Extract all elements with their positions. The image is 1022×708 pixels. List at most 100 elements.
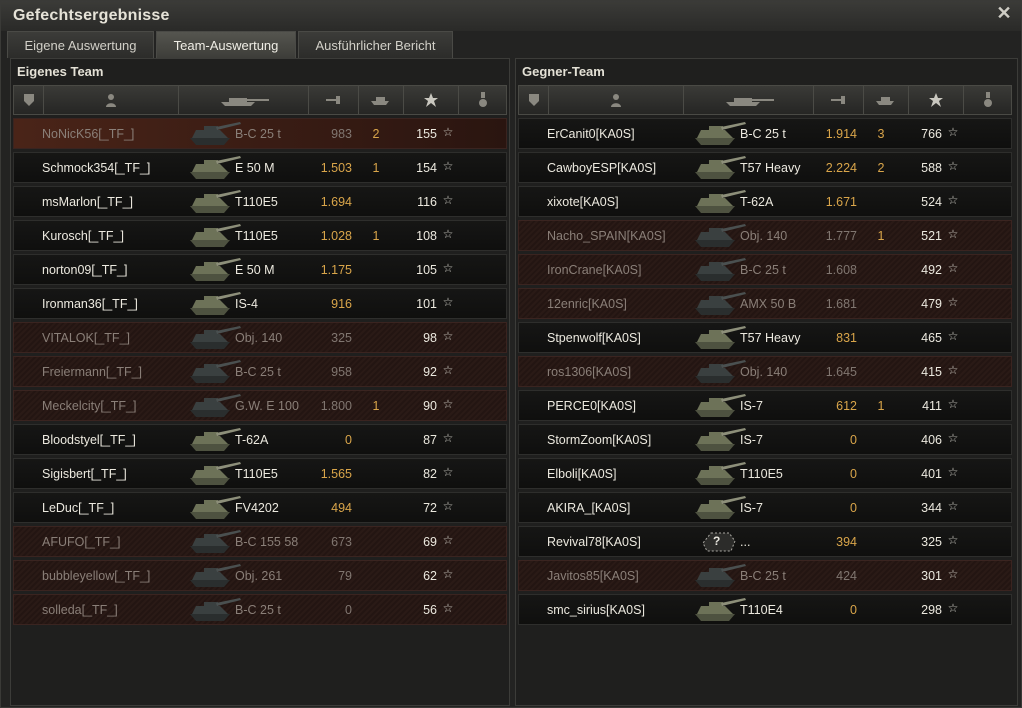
table-row[interactable]: Schmock354[_TF_] E 50 M 1.503 1 154 ☆ — [13, 152, 507, 183]
vehicle-icon[interactable] — [179, 86, 309, 114]
kills-icon[interactable] — [359, 86, 404, 114]
table-row[interactable]: Stpenwolf[KA0S] T57 Heavy 831 465 ☆ — [518, 322, 1012, 353]
table-row[interactable]: VITALOK[_TF_] Obj. 140 325 98 ☆ — [13, 322, 507, 353]
xp-star-icon: ☆ — [442, 159, 454, 173]
close-icon[interactable]: ✕ — [995, 4, 1013, 22]
player-name[interactable]: smc_sirius[KA0S] — [547, 603, 645, 617]
table-row[interactable]: IronCrane[KA0S] B-C 25 t 1.608 492 ☆ — [518, 254, 1012, 285]
player-name[interactable]: Sigisbert[_TF_] — [42, 467, 127, 481]
table-row[interactable]: LeDuc[_TF_] FV4202 494 72 ☆ — [13, 492, 507, 523]
table-row[interactable]: msMarlon[_TF_] T110E5 1.694 116 ☆ — [13, 186, 507, 217]
table-row[interactable]: ros1306[KA0S] Obj. 140 1.645 415 ☆ — [518, 356, 1012, 387]
table-row[interactable]: Freiermann[_TF_] B-C 25 t 958 92 ☆ — [13, 356, 507, 387]
player-name[interactable]: Schmock354[_TF_] — [42, 161, 150, 175]
table-row[interactable]: StormZoom[KA0S] IS-7 0 406 ☆ — [518, 424, 1012, 455]
damage-value: 983 — [331, 127, 352, 141]
xp-star-icon[interactable] — [404, 86, 459, 114]
player-name[interactable]: norton09[_TF_] — [42, 263, 127, 277]
tab-team-auswertung[interactable]: Team-Auswertung — [156, 31, 296, 58]
player-name[interactable]: Nacho_SPAIN[KA0S] — [547, 229, 666, 243]
player-name[interactable]: Bloodstyel[_TF_] — [42, 433, 136, 447]
table-row[interactable]: Meckelcity[_TF_] G.W. E 100 1.800 1 90 ☆ — [13, 390, 507, 421]
xp-star-icon: ☆ — [947, 431, 959, 445]
player-icon[interactable] — [44, 86, 179, 114]
xp-star-icon: ☆ — [947, 363, 959, 377]
xp-value: 415 — [921, 365, 942, 379]
table-row[interactable]: 12enric[KA0S] AMX 50 B 1.681 479 ☆ — [518, 288, 1012, 319]
table-row[interactable]: Elboli[KA0S] T110E5 0 401 ☆ — [518, 458, 1012, 489]
player-name[interactable]: LeDuc[_TF_] — [42, 501, 114, 515]
player-name[interactable]: 12enric[KA0S] — [547, 297, 627, 311]
table-row[interactable]: AKIRA_[KA0S] IS-7 0 344 ☆ — [518, 492, 1012, 523]
table-row[interactable]: bubbleyellow[_TF_] Obj. 261 79 62 ☆ — [13, 560, 507, 591]
squad-icon[interactable] — [519, 86, 549, 114]
tab-ausfuehrlicher-bericht[interactable]: Ausführlicher Bericht — [298, 31, 453, 58]
player-name[interactable]: VITALOK[_TF_] — [42, 331, 130, 345]
player-name[interactable]: StormZoom[KA0S] — [547, 433, 651, 447]
kills-icon[interactable] — [864, 86, 909, 114]
xp-value: 69 — [423, 535, 437, 549]
table-row[interactable]: Javitos85[KA0S] B-C 25 t 424 301 ☆ — [518, 560, 1012, 591]
player-name[interactable]: Elboli[KA0S] — [547, 467, 616, 481]
table-row[interactable]: NoNicK56[_TF_] B-C 25 t 983 2 155 ☆ — [13, 118, 507, 149]
xp-star-icon: ☆ — [947, 465, 959, 479]
player-name[interactable]: NoNicK56[_TF_] — [42, 127, 134, 141]
player-name[interactable]: Kurosch[_TF_] — [42, 229, 124, 243]
player-name[interactable]: xixote[KA0S] — [547, 195, 619, 209]
table-row[interactable]: Kurosch[_TF_] T110E5 1.028 1 108 ☆ — [13, 220, 507, 251]
player-name[interactable]: ros1306[KA0S] — [547, 365, 631, 379]
table-row[interactable]: xixote[KA0S] T-62A 1.671 524 ☆ — [518, 186, 1012, 217]
tab-eigene-auswertung[interactable]: Eigene Auswertung — [7, 31, 154, 58]
window-title: Gefechtsergebnisse — [13, 7, 170, 24]
table-row[interactable]: Sigisbert[_TF_] T110E5 1.565 82 ☆ — [13, 458, 507, 489]
table-row[interactable]: Bloodstyel[_TF_] T-62A 0 87 ☆ — [13, 424, 507, 455]
player-name[interactable]: Ironman36[_TF_] — [42, 297, 138, 311]
table-row[interactable]: Revival78[KA0S]?... 394 325 ☆ — [518, 526, 1012, 557]
player-name[interactable]: msMarlon[_TF_] — [42, 195, 133, 209]
player-name[interactable]: ErCanit0[KA0S] — [547, 127, 635, 141]
table-row[interactable]: Nacho_SPAIN[KA0S] Obj. 140 1.777 1 521 ☆ — [518, 220, 1012, 251]
squad-icon[interactable] — [14, 86, 44, 114]
player-name[interactable]: AKIRA_[KA0S] — [547, 501, 630, 515]
tank-icon — [186, 597, 242, 623]
xp-star-icon: ☆ — [947, 125, 959, 139]
xp-value: 108 — [416, 229, 437, 243]
table-row[interactable]: smc_sirius[KA0S] T110E4 0 298 ☆ — [518, 594, 1012, 625]
player-name[interactable]: bubbleyellow[_TF_] — [42, 569, 150, 583]
player-name[interactable]: Revival78[KA0S] — [547, 535, 641, 549]
player-name[interactable]: AFUFO[_TF_] — [42, 535, 120, 549]
table-row[interactable]: CawboyESP[KA0S] T57 Heavy 2.224 2 588 ☆ — [518, 152, 1012, 183]
player-name[interactable]: Stpenwolf[KA0S] — [547, 331, 641, 345]
table-row[interactable]: Ironman36[_TF_] IS-4 916 101 ☆ — [13, 288, 507, 319]
vehicle-name: T110E5 — [235, 195, 278, 209]
xp-star-icon[interactable] — [909, 86, 964, 114]
vehicle-name: Obj. 140 — [740, 229, 788, 243]
xp-star-icon: ☆ — [947, 261, 959, 275]
medal-icon[interactable] — [964, 86, 1011, 114]
player-name[interactable]: IronCrane[KA0S] — [547, 263, 642, 277]
vehicle-icon[interactable] — [684, 86, 814, 114]
player-name[interactable]: PERCE0[KA0S] — [547, 399, 636, 413]
damage-value: 79 — [338, 569, 352, 583]
tank-icon — [691, 325, 747, 351]
player-name[interactable]: Javitos85[KA0S] — [547, 569, 639, 583]
table-row[interactable]: PERCE0[KA0S] IS-7 612 1 411 ☆ — [518, 390, 1012, 421]
table-row[interactable]: AFUFO[_TF_] B-C 155 58 673 69 ☆ — [13, 526, 507, 557]
damage-value: 494 — [331, 501, 352, 515]
table-row[interactable]: solleda[_TF_] B-C 25 t 0 56 ☆ — [13, 594, 507, 625]
player-name[interactable]: Freiermann[_TF_] — [42, 365, 142, 379]
damage-value: 0 — [345, 603, 352, 617]
tank-icon — [691, 257, 747, 283]
player-name[interactable]: Meckelcity[_TF_] — [42, 399, 136, 413]
vehicle-name: B-C 25 t — [235, 603, 281, 617]
damage-icon[interactable] — [814, 86, 864, 114]
medal-icon[interactable] — [459, 86, 506, 114]
damage-icon[interactable] — [309, 86, 359, 114]
table-row[interactable]: norton09[_TF_] E 50 M 1.175 105 ☆ — [13, 254, 507, 285]
tank-icon — [186, 461, 242, 487]
table-row[interactable]: ErCanit0[KA0S] B-C 25 t 1.914 3 766 ☆ — [518, 118, 1012, 149]
player-name[interactable]: CawboyESP[KA0S] — [547, 161, 656, 175]
tank-icon — [186, 291, 242, 317]
player-icon[interactable] — [549, 86, 684, 114]
player-name[interactable]: solleda[_TF_] — [42, 603, 118, 617]
